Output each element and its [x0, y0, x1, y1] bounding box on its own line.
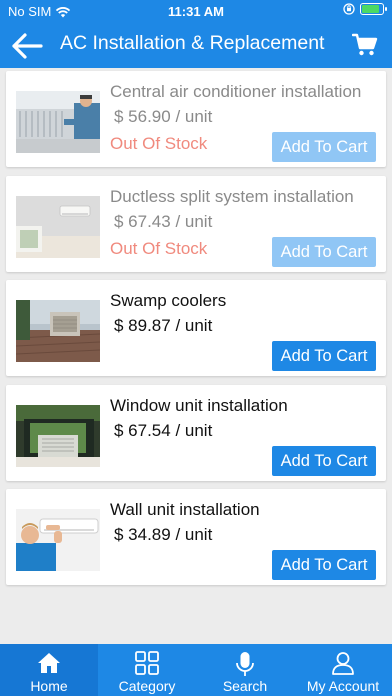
product-card[interactable]: Ductless split system installation $ 67.… [6, 176, 386, 272]
tab-label: Category [118, 678, 176, 694]
product-price: $ 67.43 / unit [114, 212, 213, 231]
stock-status: Out Of Stock [110, 239, 208, 258]
product-card[interactable]: Window unit installation $ 67.54 / unit … [6, 385, 386, 481]
nav-bar: AC Installation & Replacement [0, 22, 392, 68]
shopping-cart-icon[interactable] [352, 33, 378, 57]
product-image [16, 509, 100, 571]
tab-label: Home [30, 678, 68, 694]
status-bar: No SIM 11:31 AM [0, 0, 392, 22]
product-image [16, 300, 100, 362]
product-price: $ 89.87 / unit [114, 316, 213, 335]
back-arrow-icon[interactable] [10, 31, 44, 61]
tab-my-account[interactable]: My Account [294, 644, 392, 696]
add-to-cart-button[interactable]: Add To Cart [272, 132, 376, 162]
product-price: $ 56.90 / unit [114, 107, 213, 126]
product-name: Wall unit installation [110, 500, 260, 519]
product-card[interactable]: Swamp coolers $ 89.87 / unit Add To Cart [6, 280, 386, 376]
add-to-cart-button[interactable]: Add To Cart [272, 341, 376, 371]
tab-label: Search [222, 678, 268, 694]
add-to-cart-button[interactable]: Add To Cart [272, 237, 376, 267]
product-name: Central air conditioner installation [110, 82, 362, 101]
status-right [343, 3, 387, 15]
microphone-icon [236, 652, 254, 676]
bottom-tab-bar: Home Category Search My Account [0, 644, 392, 696]
add-to-cart-button[interactable]: Add To Cart [272, 550, 376, 580]
product-name: Ductless split system installation [110, 187, 354, 206]
home-icon [38, 653, 60, 673]
add-to-cart-button[interactable]: Add To Cart [272, 446, 376, 476]
orientation-lock-icon [343, 3, 355, 15]
product-image [16, 91, 100, 153]
tab-category[interactable]: Category [98, 644, 196, 696]
product-price: $ 67.54 / unit [114, 421, 213, 440]
user-icon [332, 652, 354, 675]
product-name: Swamp coolers [110, 291, 227, 310]
tab-home[interactable]: Home [0, 644, 98, 696]
grid-icon [135, 651, 159, 675]
product-card[interactable]: Central air conditioner installation $ 5… [6, 71, 386, 167]
page-title: AC Installation & Replacement [60, 32, 325, 54]
product-image [16, 405, 100, 467]
product-price: $ 34.89 / unit [114, 525, 213, 544]
tab-label: My Account [306, 678, 380, 694]
status-time: 11:31 AM [168, 4, 224, 19]
tab-search[interactable]: Search [196, 644, 294, 696]
battery-icon [360, 3, 387, 15]
stock-status: Out Of Stock [110, 134, 208, 153]
product-image [16, 196, 100, 258]
product-card[interactable]: Wall unit installation $ 34.89 / unit Ad… [6, 489, 386, 585]
product-name: Window unit installation [110, 396, 288, 415]
